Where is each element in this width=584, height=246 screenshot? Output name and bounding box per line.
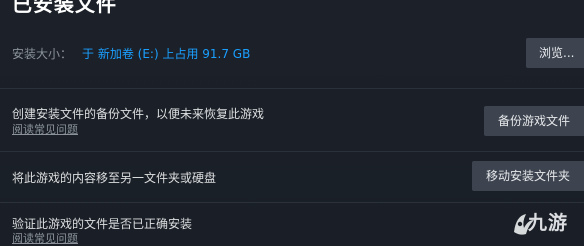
backup-description: 创建安装文件的备份文件，以便未来恢复此游戏 — [12, 107, 265, 121]
install-size-row: 安装大小： 于 新加卷 (E:) 上占用 91.7 GB — [12, 46, 250, 62]
backup-faq-link[interactable]: 阅读常见问题 — [12, 123, 78, 137]
page-title: 已安装文件 — [12, 0, 117, 16]
backup-game-files-button[interactable]: 备份游戏文件 — [484, 106, 584, 136]
browse-button[interactable]: 浏览... — [526, 38, 584, 68]
installed-files-panel: 已安装文件 安装大小：于 新加卷 (E:) 上占用 91.7 GB 浏览... … — [0, 0, 584, 245]
watermark-text: 九游 — [528, 212, 569, 234]
verify-faq-link[interactable]: 阅读常见问题 — [12, 232, 78, 246]
move-folder-description: 将此游戏的内容移至另一文件夹或硬盘 — [12, 171, 217, 185]
divider — [0, 202, 584, 203]
move-install-folder-button[interactable]: 移动安装文件夹 — [472, 161, 584, 191]
verify-files-description: 验证此游戏的文件是否已正确安装 — [12, 217, 193, 231]
install-size-label: 安装大小： — [12, 47, 73, 61]
divider — [0, 151, 584, 152]
divider — [0, 88, 584, 89]
install-size-value: 于 新加卷 (E:) 上占用 91.7 GB — [82, 47, 251, 61]
